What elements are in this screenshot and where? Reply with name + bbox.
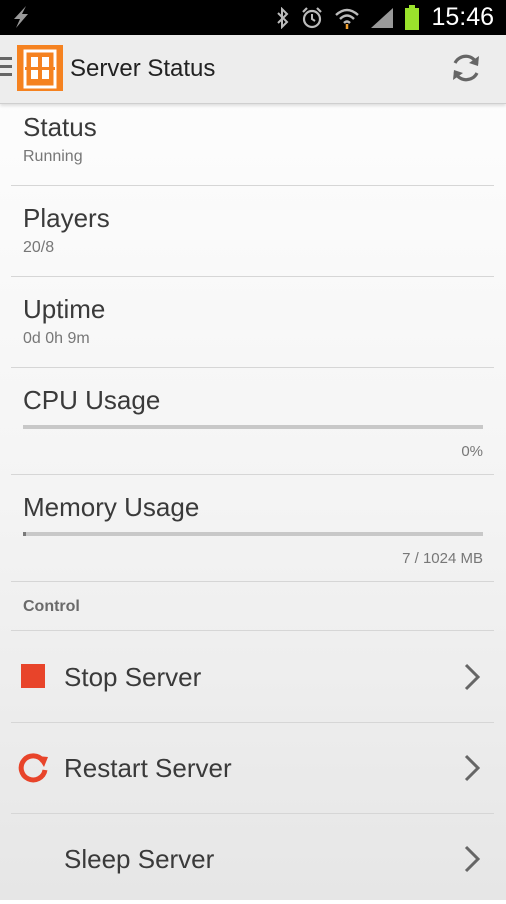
status-label: Status [23,112,97,142]
players-value: 20/8 [23,239,55,256]
memory-value: 7 / 1024 MB [402,550,483,567]
memory-progress-bar [23,532,483,536]
players-row: Players 20/8 [11,185,494,277]
restart-server-label: Restart Server [64,753,232,783]
bluetooth-icon [277,7,289,29]
status-value: Running [23,148,83,165]
uptime-row: Uptime 0d 0h 9m [11,276,494,368]
memory-row: Memory Usage 7 / 1024 MB [11,474,494,582]
chevron-right-icon [464,754,481,782]
cpu-label: CPU Usage [23,385,161,415]
battery-icon [405,5,419,30]
menu-icon[interactable] [0,57,12,79]
players-label: Players [23,203,110,233]
stop-server-button[interactable]: Stop Server [11,631,494,723]
alarm-icon [302,7,322,29]
refresh-icon[interactable] [448,50,484,86]
restart-icon [18,753,48,783]
signal-icon [371,8,393,28]
restart-server-button[interactable]: Restart Server [11,722,494,814]
chevron-right-icon [464,663,481,691]
action-bar: Server Status [0,35,506,104]
sleep-server-button[interactable]: Sleep Server [11,813,494,904]
page-title: Server Status [70,55,216,82]
cpu-value: 0% [461,443,483,460]
stop-server-label: Stop Server [64,662,202,692]
flash-icon [14,6,28,28]
sleep-server-label: Sleep Server [64,844,215,874]
status-bar: 15:46 [0,0,506,35]
wifi-icon [335,8,359,29]
cpu-progress-bar [23,425,483,429]
memory-progress-fill [23,532,27,536]
memory-label: Memory Usage [23,492,200,522]
uptime-label: Uptime [23,294,106,324]
clock: 15:46 [431,3,494,31]
cpu-row: CPU Usage 0% [11,367,494,475]
uptime-value: 0d 0h 9m [23,330,90,347]
stop-icon [21,664,45,688]
sleep-icon [27,843,43,875]
app-logo-icon[interactable] [17,45,63,91]
chevron-right-icon [464,845,481,873]
status-row: Status Running [11,103,494,186]
control-section-header: Control [23,598,80,615]
